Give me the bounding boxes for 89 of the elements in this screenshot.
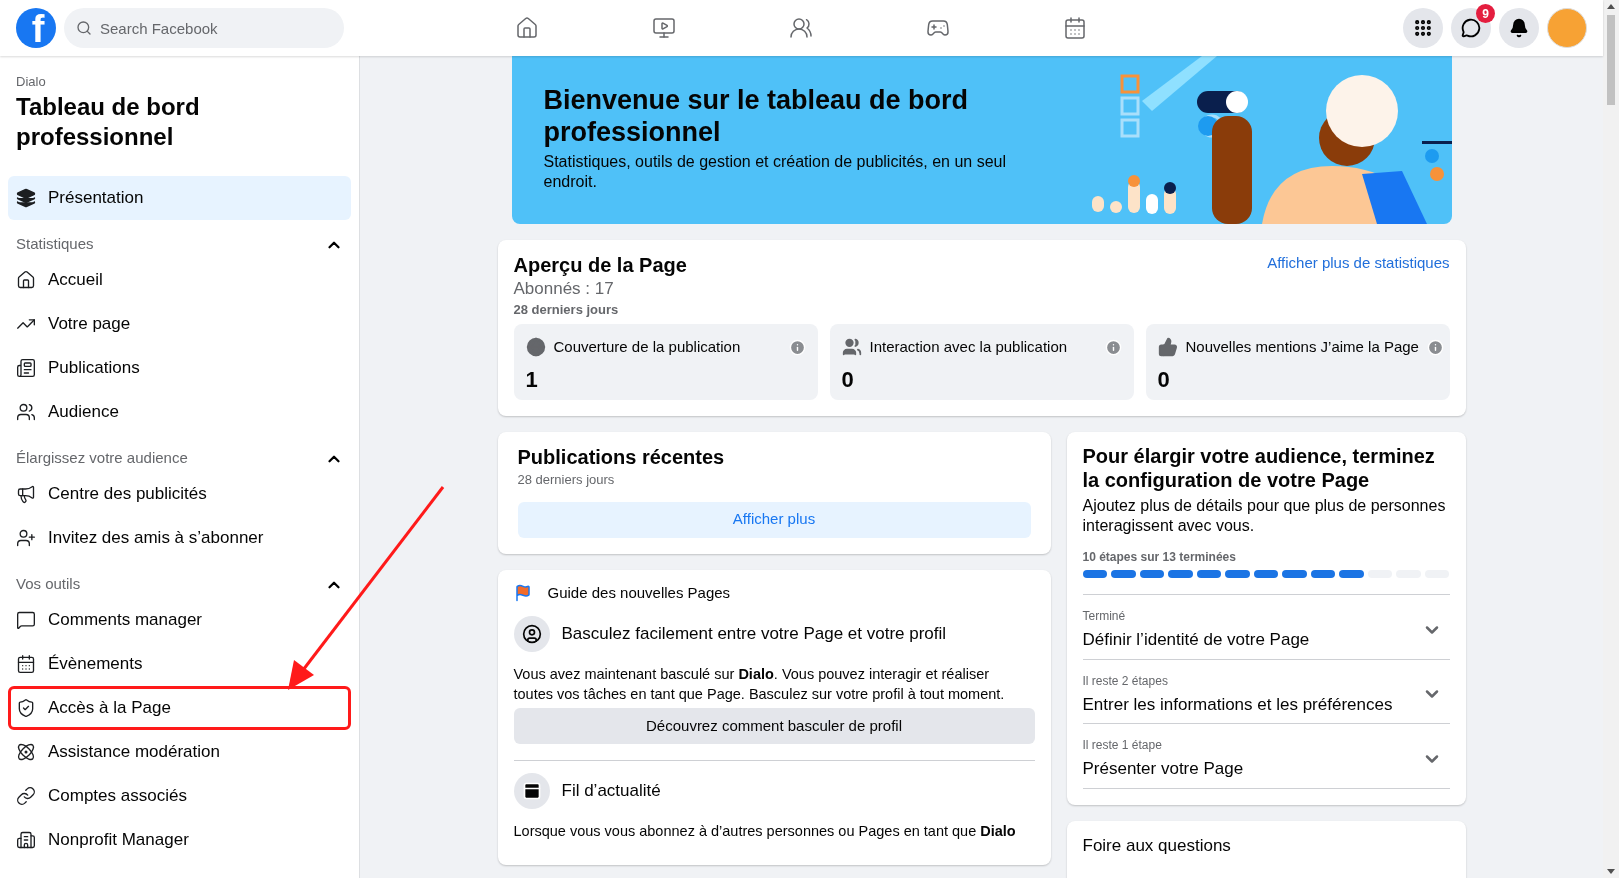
people-icon[interactable] [788, 16, 813, 40]
card-title: Pour élargir votre audience, terminez la configuration de votre Page [1082, 444, 1436, 492]
sidebar-item[interactable]: Accueil [8, 257, 351, 302]
search-field[interactable]: Search Facebook [64, 8, 344, 48]
calendar-icon [16, 653, 36, 674]
scrollbar-thumb[interactable] [1607, 15, 1615, 105]
info-icon[interactable] [788, 338, 806, 356]
sidebar-item[interactable]: Nonprofit Manager [8, 817, 351, 862]
shield-icon [16, 697, 36, 718]
show-more-button[interactable]: Afficher plus [517, 501, 1031, 538]
people-icon [841, 337, 862, 358]
metric-value: 0 [841, 365, 855, 394]
chat-icon [1461, 18, 1481, 38]
metric-value: 1 [525, 365, 539, 394]
step-status: Terminé [1082, 608, 1127, 625]
megaphone-icon [16, 483, 36, 504]
sidebar-item[interactable]: Évènements [8, 641, 351, 686]
house-icon[interactable] [514, 16, 539, 40]
step-title: Entrer les informations et les préférences [1082, 693, 1394, 716]
bell-icon [1509, 18, 1529, 38]
sidebar-item[interactable]: Comptes associés [8, 773, 351, 818]
followers-count: Abonnés : 17 [513, 278, 615, 300]
setup-step[interactable]: Il reste 1 étape Présenter votre Page [1082, 724, 1450, 789]
grid-icon [1413, 18, 1433, 38]
card-title: Aperçu de la Page [513, 253, 687, 278]
building-icon [16, 829, 36, 850]
section-heading: Vos outils [16, 574, 81, 595]
metric-label: Nouvelles mentions J’aime la Page [1185, 337, 1419, 357]
menu-button[interactable] [1403, 8, 1443, 48]
scrollbar[interactable] [1603, 0, 1619, 878]
flag-icon [513, 583, 532, 602]
thumbs-up-icon [1157, 337, 1178, 358]
card-title: Guide des nouvelles Pages [547, 582, 731, 603]
section-heading: Élargissez votre audience [16, 448, 188, 469]
search-icon [76, 20, 92, 36]
progress-label: 10 étapes sur 13 terminées [1082, 549, 1237, 566]
people-icon [16, 401, 36, 422]
sidebar-item[interactable]: Invitez des amis à s’abonner [8, 515, 351, 560]
page-name: Dialo [16, 73, 47, 91]
logo[interactable]: f [16, 8, 56, 48]
learn-button[interactable]: Découvrez comment basculer de profil [513, 708, 1035, 744]
section-heading: Statistiques [16, 234, 94, 255]
notification-badge: 9 [1476, 4, 1495, 23]
calendar-icon[interactable] [1062, 16, 1087, 40]
step-title: Présenter votre Page [1082, 758, 1245, 780]
up-arrow-icon[interactable] [1607, 4, 1615, 9]
guide-step-text: Lorsque vous vous abonnez à d’autres personnes ou Pages en tant que Dialo [513, 822, 1017, 841]
setup-step[interactable]: Terminé Définir l’identité de votre Page [1082, 595, 1450, 660]
step-title: Définir l’identité de votre Page [1082, 629, 1311, 651]
metric-label: Couverture de la publication [553, 337, 741, 357]
link-icon [16, 785, 36, 806]
setup-step[interactable]: Il reste 2 étapes Entrer les informations et les préférences [1082, 659, 1450, 724]
card-subtitle: Ajoutez plus de détails pour que plus de personnes interagissent avec vous. [1082, 496, 1447, 536]
sidebar-item[interactable]: Assistance modération [8, 729, 351, 774]
period-label: 28 derniers jours [517, 471, 616, 489]
metric-value: 0 [1157, 365, 1171, 394]
person-icon [513, 616, 550, 652]
banner-subtitle: Statistiques, outils de gestion et création de publicités, en un seul endroit. [543, 152, 1007, 192]
notifications-button[interactable] [1499, 8, 1539, 48]
sidebar-item[interactable]: Votre page [8, 301, 351, 346]
guide-step-title: Fil d’actualité [561, 780, 661, 803]
news-feed-icon [513, 773, 550, 809]
banner-title: Bienvenue sur le tableau de bord professionnel [543, 84, 970, 148]
statistics-link[interactable]: Afficher plus de statistiques [1267, 252, 1450, 275]
guide-step-title: Basculez facilement entre votre Page et votre profil [561, 623, 947, 646]
sidebar-item[interactable]: Centre des publicités [8, 471, 351, 516]
sidebar-title: Tableau de bord professionnel [16, 91, 201, 152]
step-status: Il reste 2 étapes [1082, 672, 1169, 690]
down-arrow-icon[interactable] [1607, 869, 1615, 874]
guide-step-text: Vous avez maintenant basculé sur Dialo. Vous pouvez interagir et réaliser toutes vos tâches en tant que Page. Basculez sur votre profil à tout moment. [513, 665, 1006, 704]
house-icon [16, 269, 36, 290]
sidebar-item[interactable]: Comments manager [8, 597, 351, 642]
video-icon[interactable] [651, 16, 676, 40]
card-title: Foire aux questions [1082, 834, 1232, 857]
step-status: Il reste 1 étape [1082, 737, 1163, 754]
sidebar-item[interactable]: Accès à la Page [8, 685, 351, 730]
newspaper-icon [16, 357, 36, 378]
card-title: Publications récentes [517, 445, 726, 470]
atom-icon [16, 741, 36, 762]
info-icon[interactable] [1426, 338, 1444, 356]
sidebar-item[interactable]: Audience [8, 389, 351, 434]
layers-icon [16, 187, 36, 208]
metric-label: Interaction avec la publication [869, 337, 1068, 357]
people-icon [16, 527, 36, 548]
sidebar-item[interactable]: Présentation [8, 175, 351, 220]
info-icon[interactable] [1104, 338, 1122, 356]
sidebar-item[interactable]: Publications [8, 345, 351, 390]
period-label: 28 derniers jours [513, 301, 620, 319]
chat-bubble-icon [16, 609, 36, 630]
